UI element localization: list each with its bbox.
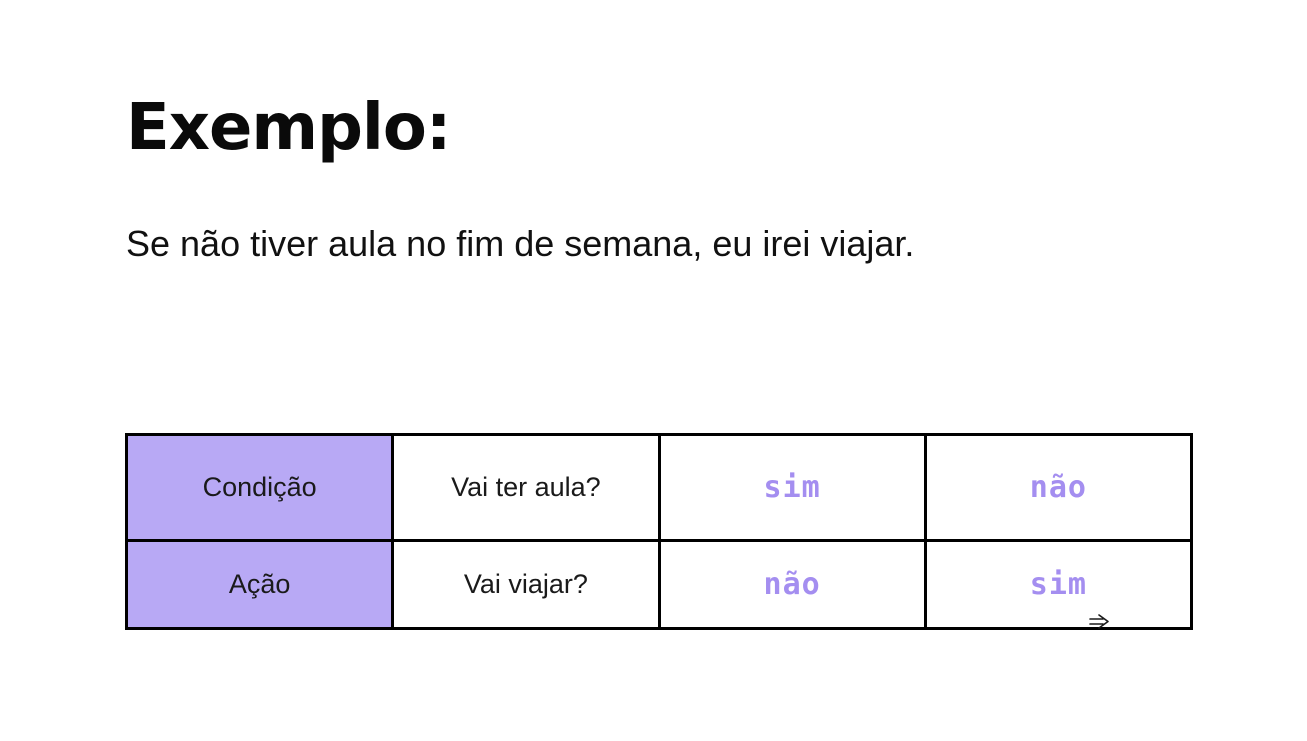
question-action: Vai viajar? — [391, 539, 661, 630]
table-row-action: Ação Vai viajar? não sim — [124, 539, 1194, 630]
arrow-cursor-icon — [1089, 614, 1109, 629]
table-row-condition: Condição Vai ter aula? sim não — [124, 433, 1194, 542]
example-sentence: Se não tiver aula no fim de semana, eu i… — [126, 223, 915, 264]
value-condition-1: sim — [657, 433, 927, 542]
question-condition: Vai ter aula? — [391, 433, 661, 542]
row-header-action: Ação — [124, 539, 395, 630]
row-header-condition: Condição — [124, 433, 395, 542]
slide-title: Exemplo: — [126, 91, 451, 165]
value-condition-2: não — [923, 433, 1194, 542]
truth-table: Condição Vai ter aula? sim não Ação Vai … — [124, 433, 1194, 630]
value-action-2: sim — [923, 539, 1194, 630]
value-action-1: não — [657, 539, 927, 630]
